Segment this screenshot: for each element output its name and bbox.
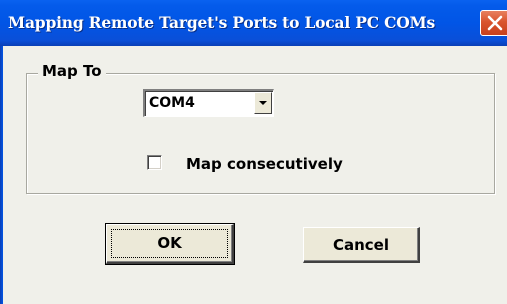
com-port-selected-value: COM4	[149, 95, 195, 111]
cancel-button-label: Cancel	[332, 236, 389, 254]
com-port-combobox[interactable]: COM4	[143, 89, 274, 117]
window-title: Mapping Remote Target's Ports to Local P…	[8, 13, 435, 32]
map-consecutively-checkbox[interactable]	[147, 155, 162, 170]
ok-button[interactable]: OK	[105, 223, 235, 265]
focus-rectangle	[111, 229, 228, 258]
cancel-button[interactable]: Cancel	[303, 227, 420, 263]
mapping-dialog: Mapping Remote Target's Ports to Local P…	[0, 0, 507, 304]
dropdown-arrow-icon[interactable]	[254, 92, 272, 114]
close-x-icon	[487, 15, 503, 31]
map-to-group-label: Map To	[38, 62, 106, 80]
close-button[interactable]	[480, 10, 507, 36]
map-consecutively-label[interactable]: Map consecutively	[186, 155, 343, 173]
title-bar[interactable]: Mapping Remote Target's Ports to Local P…	[0, 0, 507, 46]
window-border	[0, 46, 3, 304]
